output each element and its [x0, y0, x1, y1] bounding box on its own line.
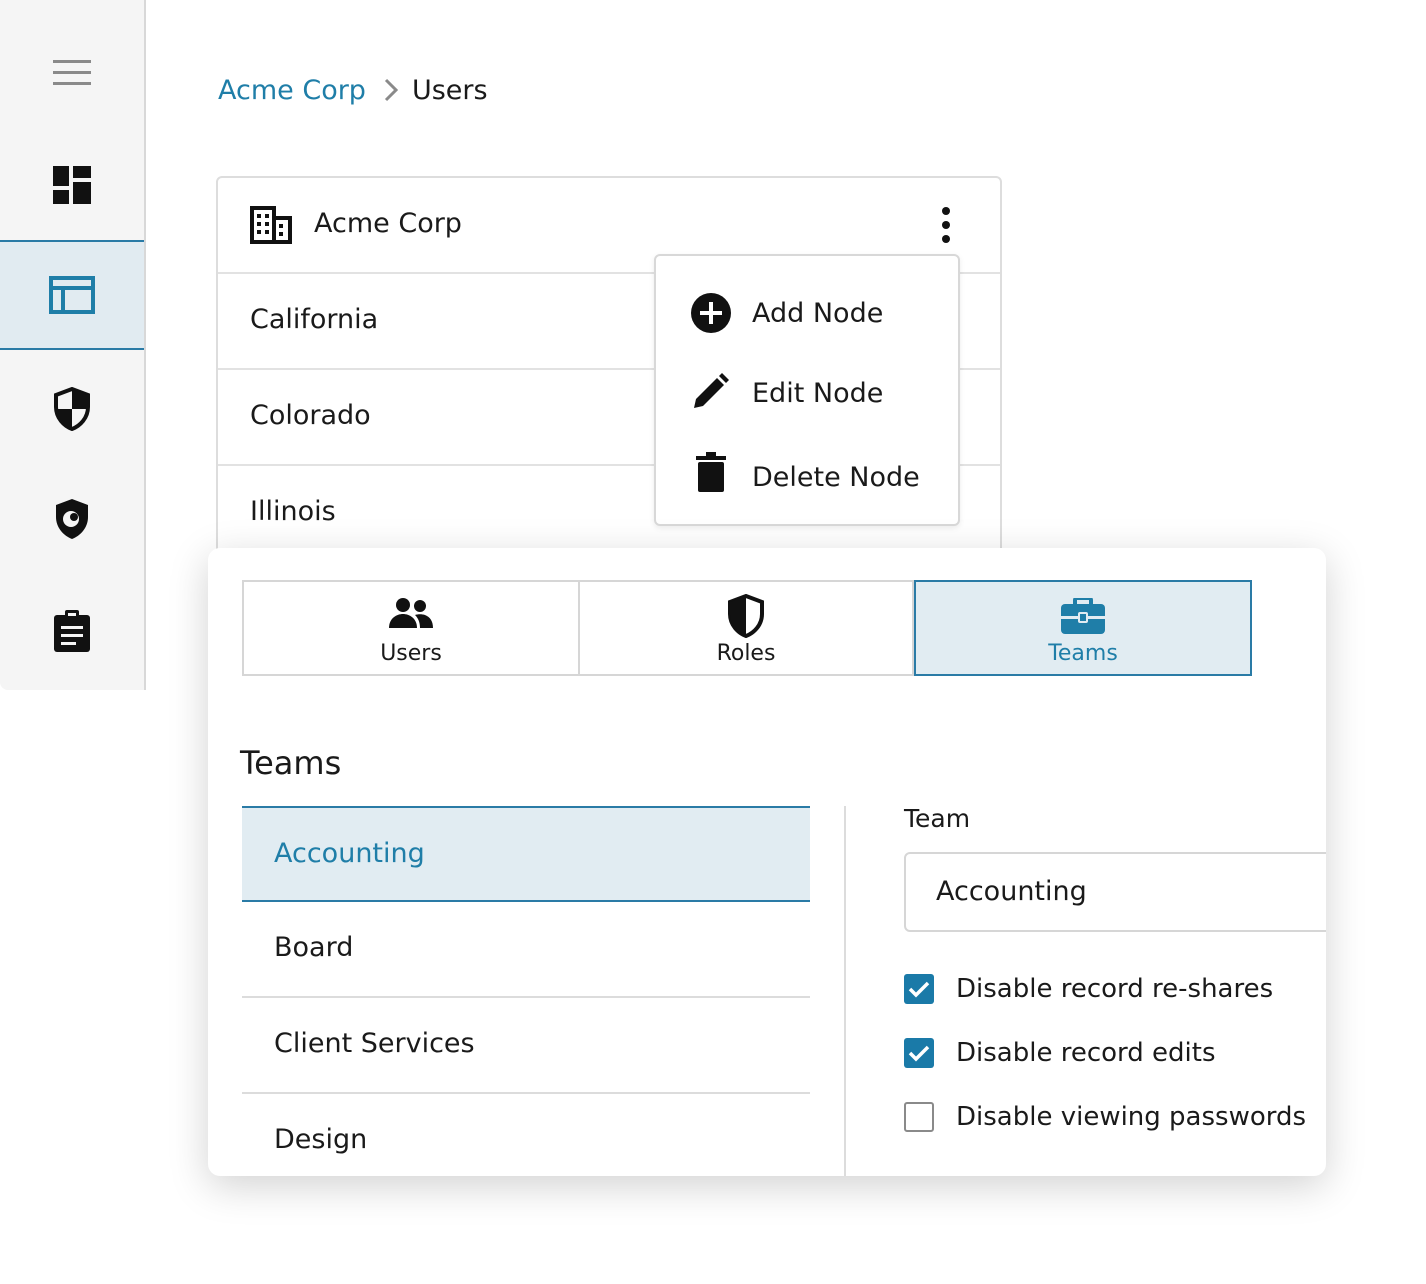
org-node-label: California — [250, 304, 379, 335]
checkbox-checked[interactable] — [904, 1038, 934, 1068]
sidebar-item-reports[interactable] — [0, 576, 144, 686]
pencil-icon — [694, 373, 729, 408]
checkbox-label: Disable record re-shares — [956, 974, 1274, 1004]
sidebar-item-security[interactable] — [0, 354, 144, 464]
breachwatch-shield-icon — [56, 499, 88, 539]
breadcrumb-parent-link[interactable]: Acme Corp — [218, 75, 366, 106]
add-circle-icon — [691, 293, 731, 333]
checkbox-checked[interactable] — [904, 974, 934, 1004]
sidebar-item-admin[interactable] — [0, 240, 144, 350]
clipboard-report-icon — [54, 610, 90, 652]
option-disable-reshares[interactable]: Disable record re-shares — [904, 972, 1273, 1006]
breadcrumb-current: Users — [411, 74, 488, 106]
sidebar — [0, 0, 146, 690]
section-title: Teams — [240, 744, 342, 782]
checkbox-unchecked[interactable] — [904, 1102, 934, 1132]
org-tree-title: Acme Corp — [314, 208, 462, 239]
node-context-menu: Add Node Edit Node Delete Node — [654, 254, 960, 526]
team-list: Accounting Board Client Services Design — [242, 806, 810, 1176]
security-shield-icon — [54, 387, 90, 431]
breadcrumb: Acme Corp Users — [218, 70, 488, 110]
teams-panel: Users Roles Teams Teams Accounting Board — [208, 548, 1326, 1176]
dashboard-icon — [53, 166, 91, 204]
tab-teams[interactable]: Teams — [914, 580, 1252, 676]
team-name-input[interactable]: Accounting — [904, 852, 1326, 932]
tab-users[interactable]: Users — [242, 580, 580, 676]
checkmark-icon — [908, 1045, 930, 1062]
list-item-team[interactable]: Board — [242, 902, 810, 998]
menu-item-label: Delete Node — [752, 462, 920, 493]
users-icon — [389, 598, 433, 628]
menu-item-label: Edit Node — [752, 378, 884, 409]
admin-panel-icon — [49, 276, 95, 314]
tab-label: Users — [380, 641, 442, 666]
team-field-label: Team — [904, 804, 971, 833]
team-name: Board — [274, 932, 354, 963]
list-item-team[interactable]: Client Services — [242, 998, 810, 1094]
checkmark-icon — [908, 981, 930, 998]
checkbox-label: Disable record edits — [956, 1038, 1216, 1068]
org-node-label: Illinois — [250, 496, 336, 527]
option-disable-edits[interactable]: Disable record edits — [904, 1036, 1216, 1070]
team-name: Accounting — [274, 838, 425, 869]
sidebar-menu-toggle[interactable] — [0, 18, 144, 128]
sidebar-item-dashboard[interactable] — [0, 130, 144, 240]
menu-item-delete-node[interactable]: Delete Node — [656, 442, 958, 512]
list-item-team[interactable]: Design — [242, 1094, 810, 1176]
menu-item-edit-node[interactable]: Edit Node — [656, 358, 958, 428]
trash-icon — [696, 452, 726, 492]
briefcase-icon — [1061, 598, 1105, 634]
sidebar-item-breachwatch[interactable] — [0, 464, 144, 574]
team-name: Design — [274, 1124, 368, 1155]
more-vertical-icon[interactable] — [934, 206, 958, 244]
chevron-right-icon — [384, 78, 398, 102]
option-disable-viewing-passwords[interactable]: Disable viewing passwords — [904, 1100, 1306, 1134]
building-icon — [250, 206, 292, 244]
checkbox-label: Disable viewing passwords — [956, 1102, 1307, 1132]
tab-bar: Users Roles Teams — [242, 580, 1252, 676]
tab-label: Roles — [716, 641, 776, 666]
hamburger-menu-icon — [53, 60, 91, 85]
tab-label: Teams — [1048, 641, 1118, 666]
tab-roles[interactable]: Roles — [580, 580, 914, 676]
menu-item-add-node[interactable]: Add Node — [656, 278, 958, 348]
org-node-label: Colorado — [250, 400, 371, 431]
panel-divider — [844, 806, 846, 1176]
menu-item-label: Add Node — [752, 298, 884, 329]
team-name: Client Services — [274, 1028, 475, 1059]
shield-icon — [728, 594, 764, 638]
list-item-team[interactable]: Accounting — [242, 806, 810, 902]
